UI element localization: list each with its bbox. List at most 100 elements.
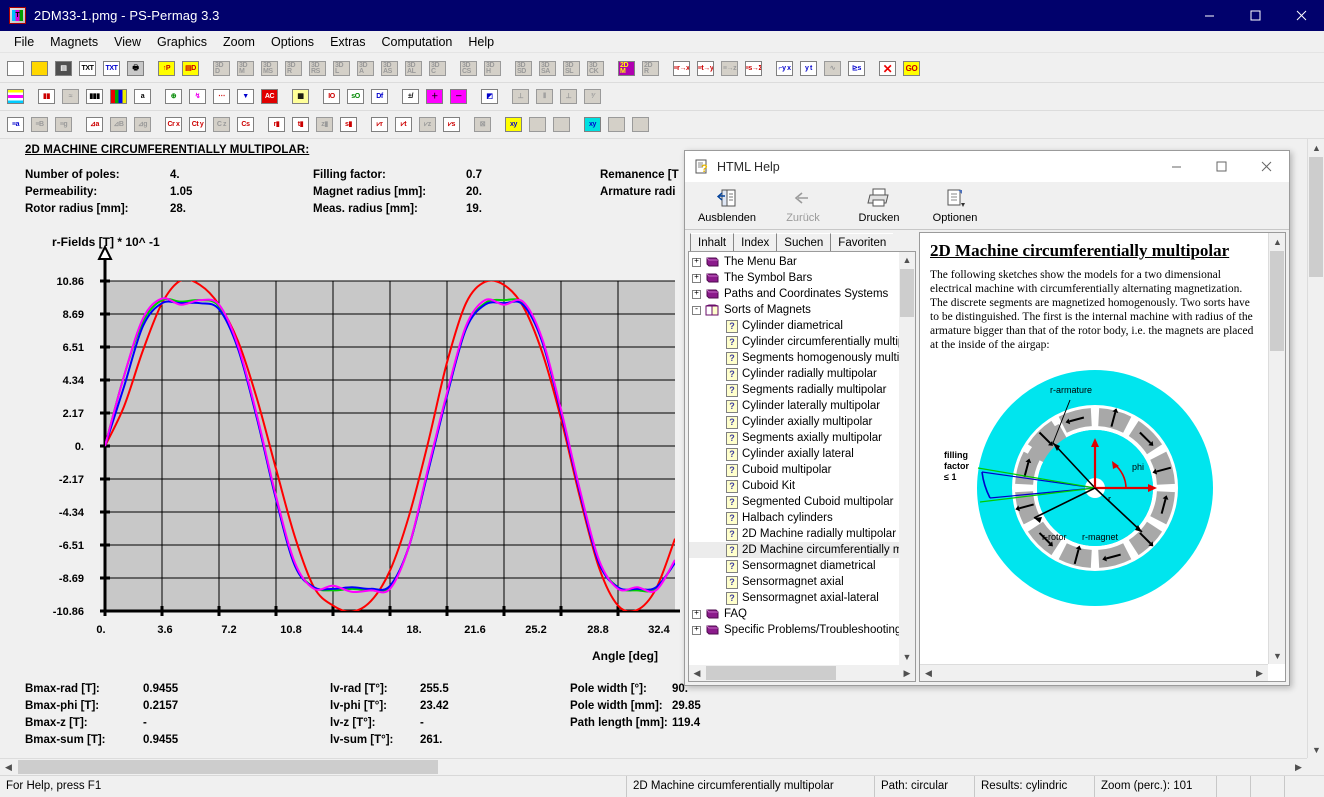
- xy-yellow-button[interactable]: xy: [502, 114, 525, 136]
- help-topic-horizontal-scrollbar[interactable]: ◀ ▶: [920, 664, 1268, 681]
- expand-icon[interactable]: +: [692, 290, 701, 299]
- help-contents-tree[interactable]: +The Menu Bar+The Symbol Bars+Paths and …: [688, 251, 916, 682]
- grid-button[interactable]: ⊕: [162, 86, 185, 108]
- xy-cyan-button[interactable]: xy: [581, 114, 604, 136]
- tree-node[interactable]: ?Cylinder axially multipolar: [689, 414, 899, 430]
- column-chart-button[interactable]: ▮▮: [35, 86, 58, 108]
- tree-node[interactable]: ?Sensormagnet diametrical: [689, 558, 899, 574]
- dots-button[interactable]: ⋯: [210, 86, 233, 108]
- help-hide-button[interactable]: Ausblenden: [689, 185, 765, 229]
- magnet-3d-sl-button[interactable]: 3D SL: [560, 58, 583, 80]
- df-button[interactable]: Df: [368, 86, 391, 108]
- tree-node[interactable]: +The Symbol Bars: [689, 270, 899, 286]
- menu-magnets[interactable]: Magnets: [42, 32, 106, 52]
- project-up-button[interactable]: ↑P: [155, 58, 178, 80]
- close-button[interactable]: [1278, 0, 1324, 31]
- status-resize-grip[interactable]: [1284, 776, 1324, 797]
- help-options-button[interactable]: Optionen: [917, 185, 993, 229]
- plot-xy-button[interactable]: ⌐y x: [773, 58, 796, 80]
- curve-s-button[interactable]: ⩗s: [440, 114, 463, 136]
- sum-sigma-button[interactable]: ≡s→Σ: [742, 58, 765, 80]
- third-button[interactable]: ³⁄: [581, 86, 604, 108]
- plot-sum-button[interactable]: ⊵s: [845, 58, 868, 80]
- scroll-down-arrow-icon[interactable]: ▼: [1308, 741, 1324, 758]
- tree-node[interactable]: ?Sensormagnet axial-lateral: [689, 590, 899, 606]
- graph-a-button[interactable]: ⊿a: [83, 114, 106, 136]
- help-back-button[interactable]: Zurück: [765, 185, 841, 229]
- tree-node[interactable]: ?Sensormagnet axial: [689, 574, 899, 590]
- tree-node[interactable]: ?Cylinder laterally multipolar: [689, 398, 899, 414]
- ac-button[interactable]: AC: [258, 86, 281, 108]
- help-close-button[interactable]: [1244, 151, 1289, 182]
- menu-zoom[interactable]: Zoom: [215, 32, 263, 52]
- menu-view[interactable]: View: [106, 32, 149, 52]
- new-file-button[interactable]: [4, 58, 27, 80]
- hist-s-button[interactable]: s▮: [337, 114, 360, 136]
- magnet-3d-c-button[interactable]: 3D C: [426, 58, 449, 80]
- vertical-scroll-thumb[interactable]: [1309, 157, 1323, 277]
- help-maximize-button[interactable]: [1199, 151, 1244, 182]
- tree-node[interactable]: ?Cuboid multipolar: [689, 462, 899, 478]
- magnet-2d-r-button[interactable]: 2D R: [639, 58, 662, 80]
- menu-graphics[interactable]: Graphics: [149, 32, 215, 52]
- magnet-3d-l-button[interactable]: 3D L: [330, 58, 353, 80]
- blank1-button[interactable]: [526, 114, 549, 136]
- fill-button[interactable]: ▼: [234, 86, 257, 108]
- calculator-button[interactable]: ▦: [289, 86, 312, 108]
- magnet-3d-a-button[interactable]: 3D A: [354, 58, 377, 80]
- add-button[interactable]: ＋: [423, 86, 446, 108]
- expand-icon[interactable]: +: [692, 258, 701, 267]
- horizontal-scroll-thumb[interactable]: [18, 760, 438, 774]
- tree-node[interactable]: +The Menu Bar: [689, 254, 899, 270]
- hist-rx-button[interactable]: r▮: [265, 114, 288, 136]
- magnet-3d-m-button[interactable]: 3D M: [234, 58, 257, 80]
- blank4-button[interactable]: [629, 114, 652, 136]
- plusminus-button[interactable]: ±/: [399, 86, 422, 108]
- help-scroll-right-arrow-icon[interactable]: ▶: [1251, 665, 1268, 682]
- menu-extras[interactable]: Extras: [322, 32, 373, 52]
- help-scroll-down-arrow-icon[interactable]: ▼: [1269, 647, 1286, 664]
- blank3-button[interactable]: [605, 114, 628, 136]
- ct-y-button[interactable]: Ct y: [186, 114, 209, 136]
- curve-button[interactable]: ≈: [59, 86, 82, 108]
- stop-button[interactable]: ✕: [876, 58, 899, 80]
- contour-button[interactable]: ⊠: [471, 114, 494, 136]
- tree-node[interactable]: +Paths and Coordinates Systems: [689, 286, 899, 302]
- magnet-2d-m-button[interactable]: 2D M: [615, 58, 638, 80]
- sum-rx-button[interactable]: ≡r→x: [670, 58, 693, 80]
- tree-node[interactable]: ?2D Machine radially multipolar: [689, 526, 899, 542]
- tab-favoriten[interactable]: Favoriten: [830, 233, 893, 251]
- menu-file[interactable]: File: [6, 32, 42, 52]
- tree-node[interactable]: ?Cuboid Kit: [689, 478, 899, 494]
- tree-scroll-down-arrow-icon[interactable]: ▼: [899, 649, 915, 665]
- menu-help[interactable]: Help: [460, 32, 502, 52]
- tree-vertical-scrollbar[interactable]: ▲ ▼: [899, 252, 915, 665]
- document-vertical-scrollbar[interactable]: ▲ ▼: [1307, 139, 1324, 758]
- maximize-button[interactable]: [1232, 0, 1278, 31]
- align-button[interactable]: ⊥: [509, 86, 532, 108]
- gradient-button[interactable]: ◩: [478, 86, 501, 108]
- io-button[interactable]: IO: [320, 86, 343, 108]
- graph-g-button[interactable]: ⊿g: [131, 114, 154, 136]
- tree-node[interactable]: ?2D Machine circumferentially multipolar: [689, 542, 899, 558]
- tree-scroll-left-arrow-icon[interactable]: ◀: [689, 665, 705, 681]
- tab-inhalt[interactable]: Inhalt: [690, 233, 733, 251]
- blank2-button[interactable]: [550, 114, 573, 136]
- tree-node[interactable]: ?Segments homogenously multipolar: [689, 350, 899, 366]
- tree-node[interactable]: +FAQ: [689, 606, 899, 622]
- columns-button[interactable]: ⦀: [533, 86, 556, 108]
- curve-ty-button[interactable]: ⩗t: [392, 114, 415, 136]
- magnet-3d-sa-button[interactable]: 3D SA: [536, 58, 559, 80]
- magnet-3d-rs-button[interactable]: 3D RS: [306, 58, 329, 80]
- tree-node[interactable]: ?Segments radially multipolar: [689, 382, 899, 398]
- document-horizontal-scrollbar[interactable]: ◀ ▶: [0, 758, 1307, 775]
- font-color-button[interactable]: a: [131, 86, 154, 108]
- c-z-button[interactable]: C z: [210, 114, 233, 136]
- tree-horizontal-scrollbar[interactable]: ◀ ▶: [689, 665, 915, 681]
- data-list-button[interactable]: ▤D: [179, 58, 202, 80]
- magnet-3d-r-button[interactable]: 3D R: [282, 58, 305, 80]
- curve-rx-button[interactable]: ⩗r: [368, 114, 391, 136]
- import-txt-button[interactable]: TXT: [100, 58, 123, 80]
- curve-z-button[interactable]: ⩗z: [416, 114, 439, 136]
- hist-ty-button[interactable]: t▮: [289, 114, 312, 136]
